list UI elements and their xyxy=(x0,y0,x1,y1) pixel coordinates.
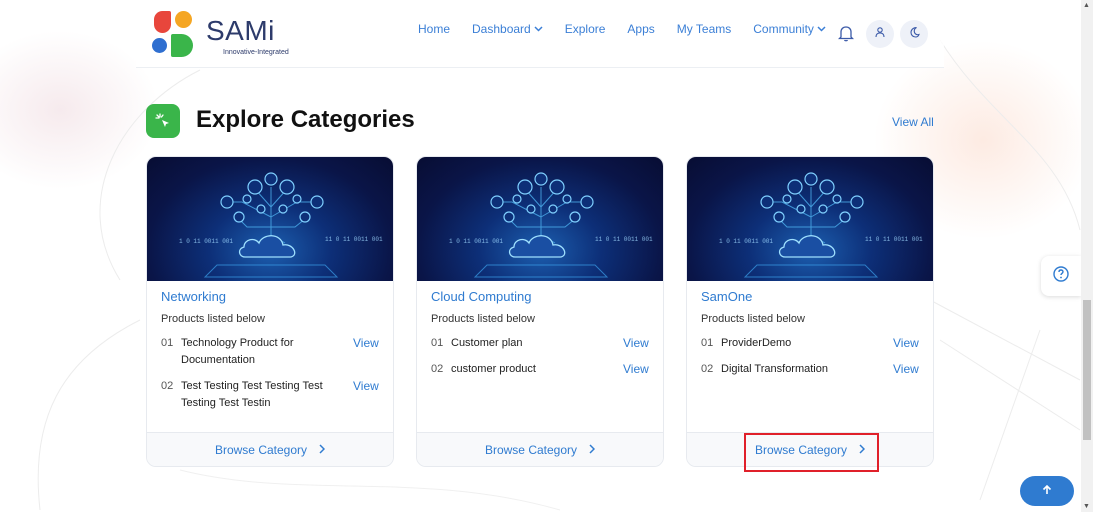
product-view-link[interactable]: View xyxy=(623,361,649,378)
category-subtitle: Products listed below xyxy=(431,313,535,325)
card-body: Networking Products listed below 01 Technol… xyxy=(147,281,393,412)
product-name: Customer plan xyxy=(451,337,523,349)
arrow-up-icon xyxy=(1042,482,1052,500)
logo-mark xyxy=(152,10,196,58)
browse-category-label: Browse Category xyxy=(214,442,308,457)
card-body: Cloud Computing Products listed below 01 Cu… xyxy=(417,281,663,378)
user-profile-button[interactable] xyxy=(866,20,894,48)
nav-dashboard[interactable]: Dashboard xyxy=(472,22,543,36)
nav-my-teams[interactable]: My Teams xyxy=(677,22,731,36)
top-header: SAMi Innovative-Integrated Home Dashboar… xyxy=(136,0,944,68)
chevron-right-icon xyxy=(589,443,596,457)
binary-text-right: 11 0 11 0011 001 xyxy=(865,236,923,243)
nav-explore[interactable]: Explore xyxy=(565,22,606,36)
product-row: 02 Digital Transformation View xyxy=(701,361,919,378)
category-image[interactable]: 1 0 11 0011 001 11 0 11 0011 001 xyxy=(147,157,393,281)
nav-my-teams-label: My Teams xyxy=(676,22,732,36)
product-name: customer product xyxy=(451,363,536,375)
category-card: 1 0 11 0011 001 11 0 11 0011 001 Cloud C… xyxy=(416,156,664,467)
product-name: ProviderDemo xyxy=(721,337,792,349)
product-row: 01 Customer plan View xyxy=(431,335,649,352)
view-all-link[interactable]: View All xyxy=(892,115,934,129)
category-image[interactable]: 1 0 11 0011 001 11 0 11 0011 001 xyxy=(417,157,663,281)
nav-apps-label: Apps xyxy=(627,22,655,36)
product-view-link[interactable]: View xyxy=(623,335,649,352)
highlight-box xyxy=(744,433,879,472)
theme-toggle-button[interactable] xyxy=(900,20,928,48)
chevron-down-icon xyxy=(817,24,826,34)
category-title[interactable]: SamOne xyxy=(701,289,919,304)
scroll-up-arrow-icon[interactable]: ▲ xyxy=(1083,2,1090,9)
help-icon xyxy=(1053,265,1069,287)
product-view-link[interactable]: View xyxy=(353,378,379,395)
pointer-click-icon xyxy=(146,104,180,138)
product-number: 01 xyxy=(161,337,174,349)
category-subtitle: Products listed below xyxy=(161,313,265,325)
product-row: 02 Test Testing Test Testing Test Testing… xyxy=(161,378,379,412)
category-card: 1 0 11 0011 001 11 0 11 0011 001 SamOne P… xyxy=(686,156,934,467)
help-button[interactable] xyxy=(1041,256,1081,296)
category-subtitle: Products listed below xyxy=(701,313,805,325)
product-number: 02 xyxy=(431,363,444,375)
nav-explore-label: Explore xyxy=(564,22,606,36)
category-title[interactable]: Networking xyxy=(161,289,379,304)
scroll-thumb[interactable] xyxy=(1083,300,1091,440)
binary-text-right: 11 0 11 0011 001 xyxy=(325,236,383,243)
product-row: 02 customer product View xyxy=(431,361,649,378)
scroll-down-arrow-icon[interactable]: ▼ xyxy=(1083,503,1090,510)
nav-community[interactable]: Community xyxy=(753,22,826,36)
nav-dashboard-label: Dashboard xyxy=(472,22,531,36)
product-name: Digital Transformation xyxy=(721,363,828,375)
nav-home-label: Home xyxy=(418,22,451,36)
product-view-link[interactable]: View xyxy=(893,335,919,352)
moon-icon xyxy=(908,25,920,43)
product-number: 02 xyxy=(161,380,174,392)
product-row: 01 ProviderDemo View xyxy=(701,335,919,352)
category-image[interactable]: 1 0 11 0011 001 11 0 11 0011 001 xyxy=(687,157,933,281)
product-number: 01 xyxy=(431,337,444,349)
nav-home[interactable]: Home xyxy=(418,22,450,36)
category-card: 1 0 11 0011 001 11 0 11 0011 001 Network… xyxy=(146,156,394,467)
product-name: Test Testing Test Testing Test Testing T… xyxy=(181,380,323,409)
binary-text-right: 11 0 11 0011 001 xyxy=(595,236,653,243)
main-nav: Home Dashboard Explore Apps My Teams Com… xyxy=(418,22,848,36)
card-footer: Browse Category xyxy=(417,432,663,466)
chevron-right-icon xyxy=(319,443,326,457)
binary-text-left: 1 0 11 0011 001 xyxy=(719,238,773,245)
product-view-link[interactable]: View xyxy=(353,335,379,352)
binary-text-left: 1 0 11 0011 001 xyxy=(449,238,503,245)
product-number: 02 xyxy=(701,363,714,375)
brand-name: SAMi xyxy=(206,15,275,46)
product-view-link[interactable]: View xyxy=(893,361,919,378)
product-name: Technology Product for Documentation xyxy=(181,337,294,366)
back-to-top-button[interactable] xyxy=(1020,476,1074,506)
browse-category-button[interactable]: Browse Category xyxy=(214,442,326,457)
section-title: Explore Categories xyxy=(196,106,415,133)
nav-apps[interactable]: Apps xyxy=(627,22,654,36)
card-footer: Browse Category xyxy=(147,432,393,466)
user-icon xyxy=(874,25,886,43)
nav-community-label: Community xyxy=(753,22,814,36)
card-body: SamOne Products listed below 01 ProviderDem… xyxy=(687,281,933,378)
product-number: 01 xyxy=(701,337,714,349)
product-row: 01 Technology Product for Documentation Vi… xyxy=(161,335,379,369)
chevron-down-icon xyxy=(534,24,543,34)
category-title[interactable]: Cloud Computing xyxy=(431,289,649,304)
brand-tagline: Innovative-Integrated xyxy=(223,49,289,56)
bell-icon[interactable] xyxy=(837,24,855,42)
browse-category-button[interactable]: Browse Category xyxy=(484,442,596,457)
page-scrollbar[interactable]: ▲ ▼ xyxy=(1081,0,1093,512)
brand-logo[interactable]: SAMi Innovative-Integrated xyxy=(152,10,289,58)
binary-text-left: 1 0 11 0011 001 xyxy=(179,238,233,245)
browse-category-label: Browse Category xyxy=(484,442,578,457)
